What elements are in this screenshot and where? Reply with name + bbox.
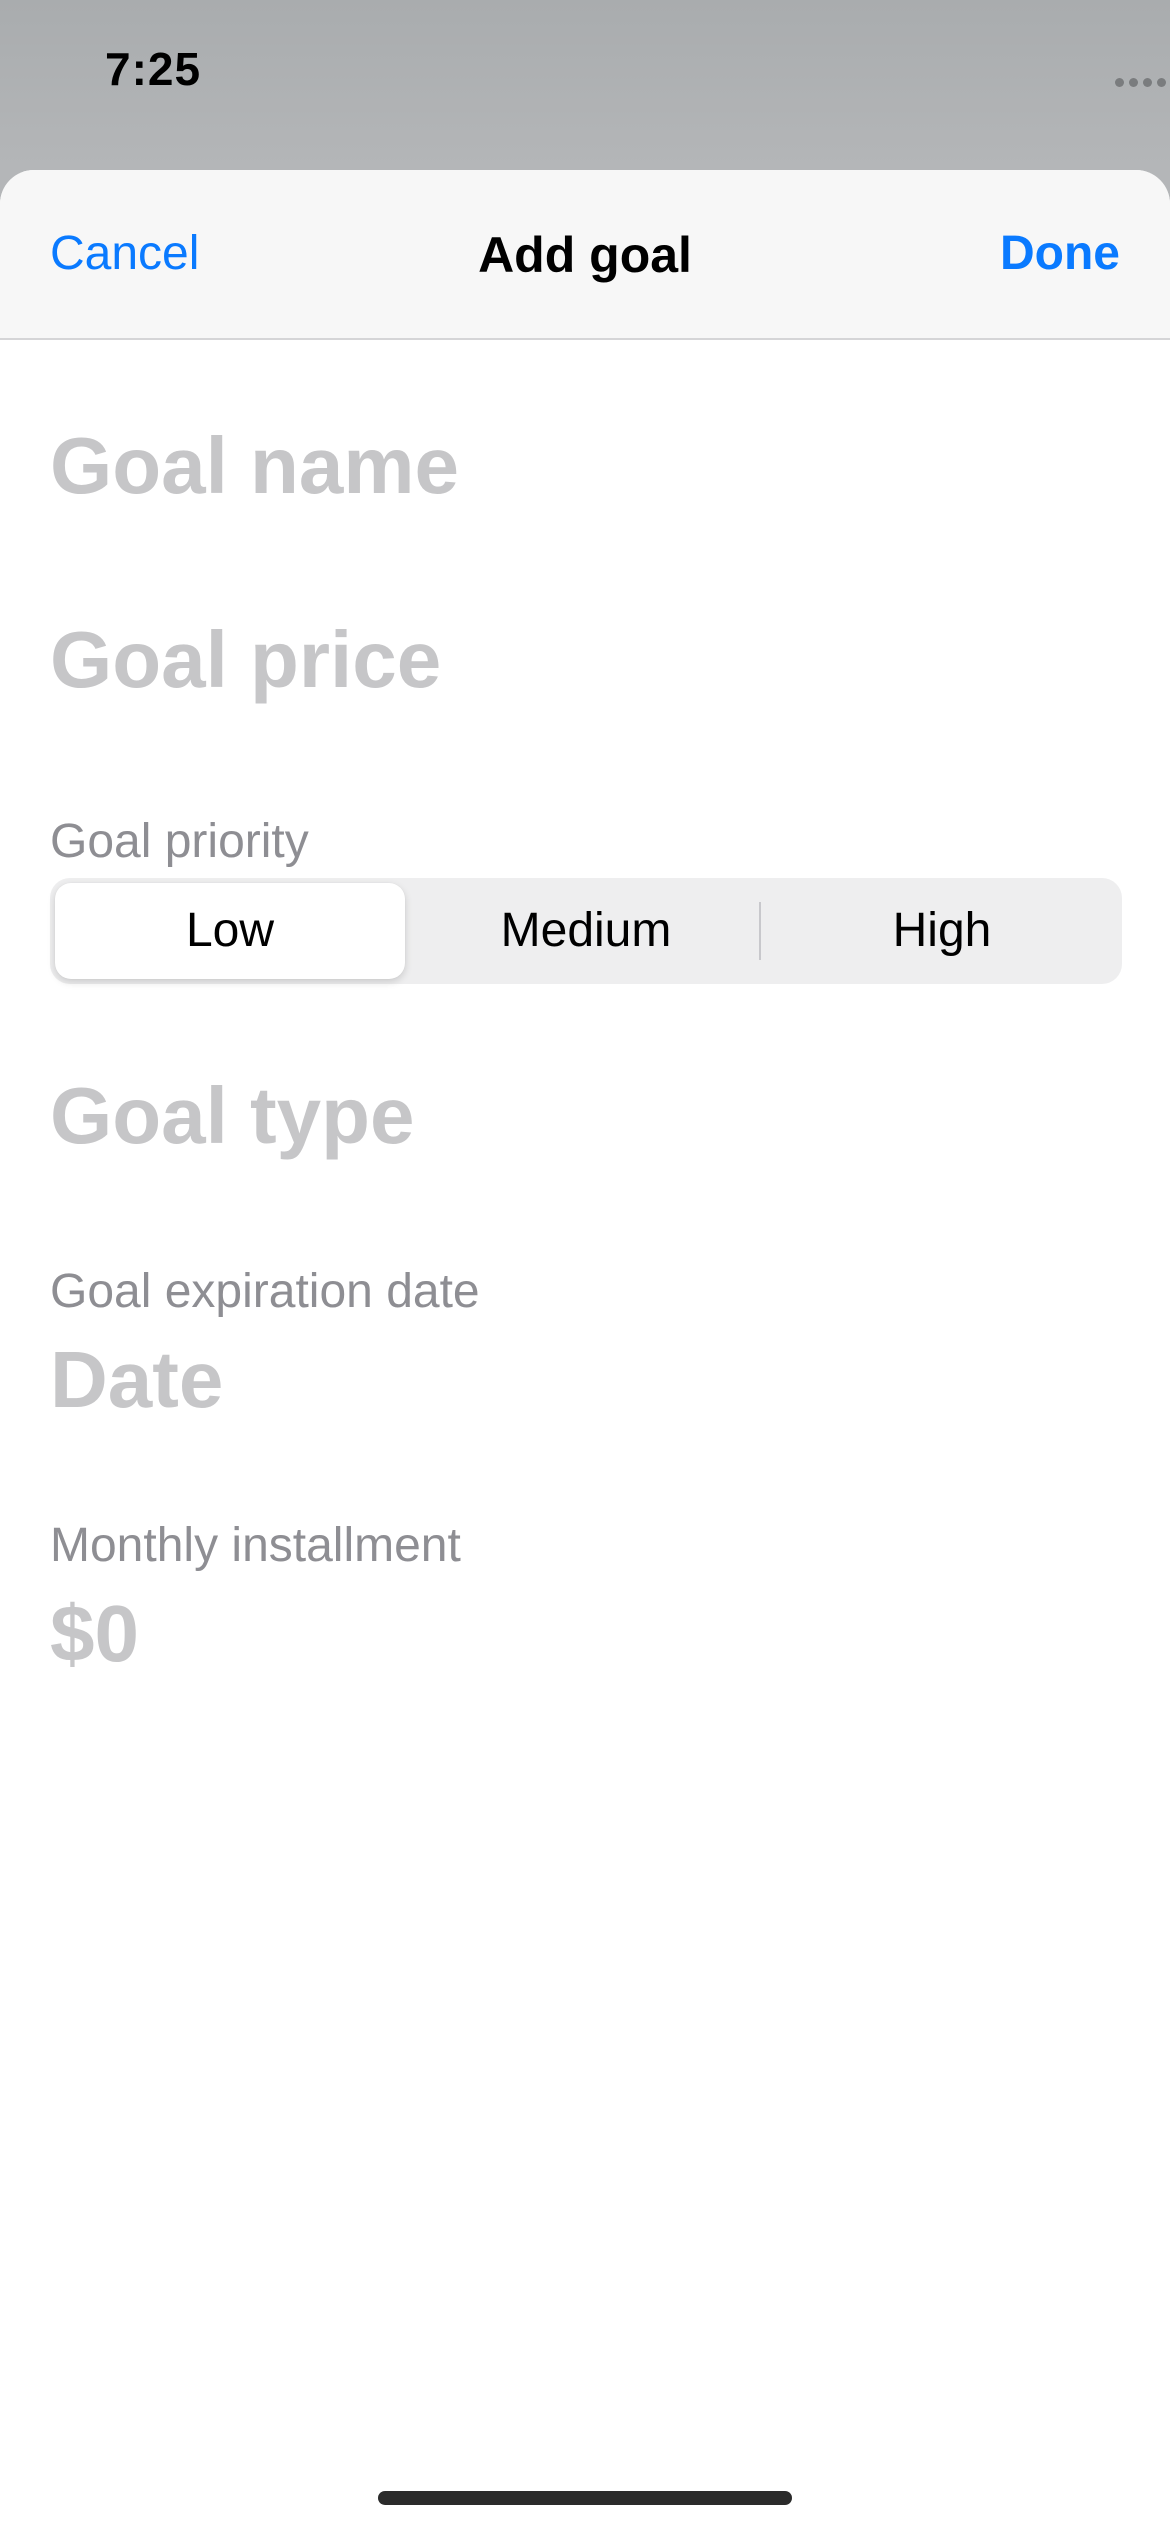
signal-dots-icon xyxy=(1115,78,1167,88)
goal-priority-label: Goal priority xyxy=(50,815,309,868)
segment-low[interactable]: Low xyxy=(55,883,405,979)
goal-name-input[interactable] xyxy=(50,418,1120,514)
status-time: 7:25 xyxy=(105,43,202,95)
done-button[interactable]: Done xyxy=(1000,226,1120,281)
goal-expiration-label: Goal expiration date xyxy=(50,1265,480,1318)
segment-high[interactable]: High xyxy=(767,883,1117,979)
segment-medium[interactable]: Medium xyxy=(411,883,761,979)
expiration-date-picker[interactable]: Date xyxy=(50,1334,223,1426)
screen: 7:25 Cancel Add goal Done Goal name Goal… xyxy=(0,0,1170,2532)
page-title: Add goal xyxy=(478,227,692,283)
nav-bar: Cancel Add goal Done xyxy=(0,170,1170,340)
add-goal-sheet: Cancel Add goal Done Goal priority Low M… xyxy=(0,170,1170,2532)
goal-priority-segmented-control[interactable]: Low Medium High xyxy=(50,878,1122,984)
status-bar: 7:25 xyxy=(0,0,1170,150)
goal-type-input[interactable] xyxy=(50,1068,1120,1164)
monthly-installment-value: $0 xyxy=(50,1589,139,1678)
home-indicator[interactable] xyxy=(378,2491,792,2505)
goal-price-input[interactable] xyxy=(50,612,1120,708)
monthly-installment-label: Monthly installment xyxy=(50,1519,461,1572)
